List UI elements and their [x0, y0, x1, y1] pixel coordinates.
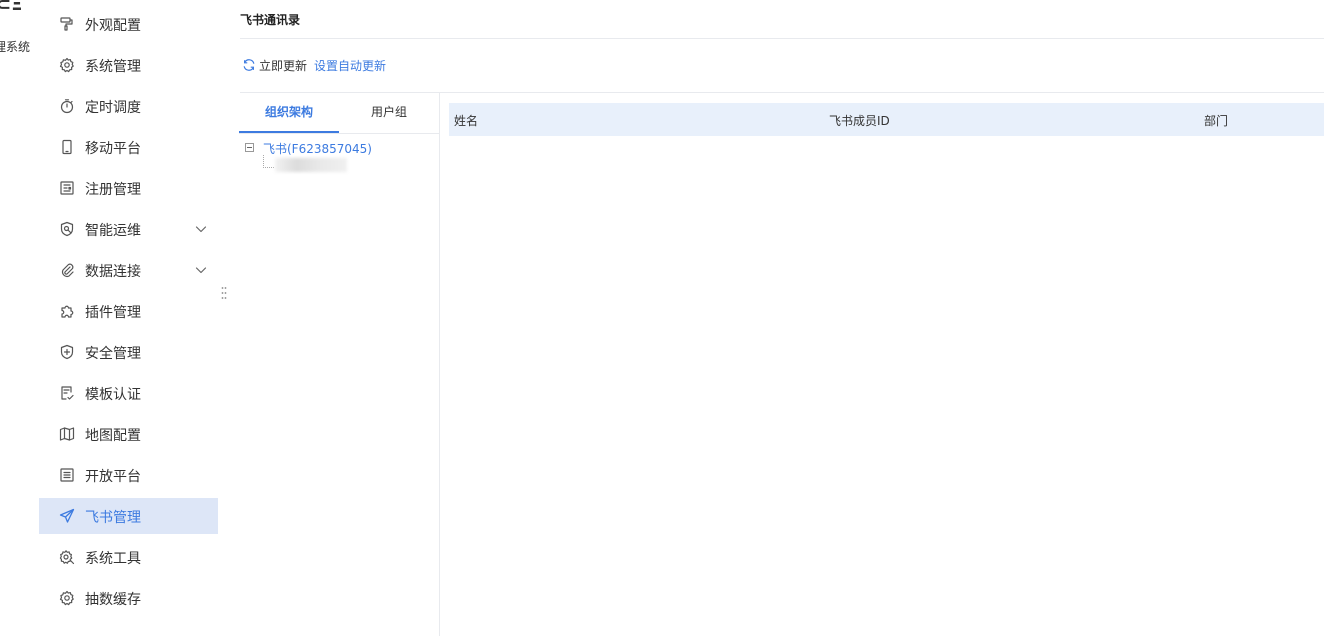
- sidebar-item-label: 系统管理: [85, 59, 141, 75]
- panel-splitter[interactable]: [218, 0, 229, 636]
- stopwatch-icon: [59, 98, 75, 114]
- sidebar: 外观配置系统管理定时调度移动平台注册管理智能运维数据连接插件管理安全管理模板认证…: [39, 0, 219, 636]
- refresh-now-button[interactable]: 立即更新: [242, 57, 307, 74]
- sidebar-item-label: 地图配置: [85, 428, 141, 444]
- sidebar-item-label: 飞书管理: [85, 510, 141, 526]
- map-icon: [59, 426, 75, 442]
- tab-bar: 组织架构 用户组: [239, 93, 439, 134]
- sidebar-item-label: 系统工具: [85, 551, 141, 567]
- collapse-toggle-icon[interactable]: [245, 143, 254, 152]
- sidebar-item-11[interactable]: 开放平台: [39, 457, 218, 493]
- sidebar-item-2[interactable]: 定时调度: [39, 88, 218, 124]
- sidebar-item-13[interactable]: 系统工具: [39, 539, 218, 575]
- sidebar-item-1[interactable]: 系统管理: [39, 47, 218, 83]
- ops-shield-icon: [59, 221, 75, 237]
- sidebar-item-label: 移动平台: [85, 141, 141, 157]
- refresh-icon: [243, 59, 255, 71]
- sidebar-item-3[interactable]: 移动平台: [39, 129, 218, 165]
- sidebar-item-5[interactable]: 智能运维: [39, 211, 218, 247]
- app-brand-strip: ⊂Ξ 理系统: [0, 0, 39, 636]
- sidebar-item-label: 模板认证: [85, 387, 141, 403]
- org-structure-panel: 组织架构 用户组 飞书(F623857045): [239, 93, 440, 636]
- sidebar-item-4[interactable]: 注册管理: [39, 170, 218, 206]
- sidebar-item-9[interactable]: 模板认证: [39, 375, 218, 411]
- tree-connector: [263, 155, 274, 168]
- gear-icon: [59, 57, 75, 73]
- send-icon: [59, 508, 75, 524]
- refresh-now-label: 立即更新: [259, 58, 308, 73]
- column-header-department[interactable]: 部门: [1204, 112, 1228, 129]
- table-header: 姓名 飞书成员ID 部门: [449, 103, 1324, 136]
- column-header-name[interactable]: 姓名: [454, 112, 478, 129]
- gear-wrench-icon: [59, 549, 75, 565]
- chevron-down-icon[interactable]: [194, 222, 208, 236]
- sidebar-item-label: 开放平台: [85, 469, 141, 485]
- main-content: 飞书通讯录 立即更新 设置自动更新 组织架构 用户组 飞书(F623857045…: [229, 0, 1324, 636]
- sidebar-item-label: 注册管理: [85, 182, 141, 198]
- tree-node-child-redacted[interactable]: [275, 158, 347, 172]
- paperclip-icon: [59, 262, 75, 278]
- tree-node-root[interactable]: 飞书(F623857045): [263, 140, 372, 157]
- sidebar-item-8[interactable]: 安全管理: [39, 334, 218, 370]
- list-doc-icon: [59, 467, 75, 483]
- logo-icon: ⊂Ξ: [0, 0, 23, 15]
- toolbar: 立即更新 设置自动更新: [242, 56, 386, 74]
- sidebar-item-label: 数据连接: [85, 264, 141, 280]
- drag-handle-icon: [221, 287, 227, 299]
- mobile-icon: [59, 139, 75, 155]
- sidebar-item-12[interactable]: 飞书管理: [39, 498, 218, 534]
- sidebar-item-14[interactable]: 抽数缓存: [39, 580, 218, 616]
- sidebar-item-6[interactable]: 数据连接: [39, 252, 218, 288]
- system-name-fragment: 理系统: [0, 40, 31, 54]
- member-table: 姓名 飞书成员ID 部门: [449, 103, 1324, 136]
- sidebar-item-label: 抽数缓存: [85, 592, 141, 608]
- chevron-down-icon[interactable]: [194, 263, 208, 277]
- gear-cache-icon: [59, 590, 75, 606]
- register-form-icon: [59, 180, 75, 196]
- sidebar-item-label: 安全管理: [85, 346, 141, 362]
- divider: [240, 38, 1324, 39]
- sidebar-item-0[interactable]: 外观配置: [39, 6, 218, 42]
- doc-check-icon: [59, 385, 75, 401]
- sidebar-item-label: 外观配置: [85, 18, 141, 34]
- sidebar-item-7[interactable]: 插件管理: [39, 293, 218, 329]
- sidebar-item-10[interactable]: 地图配置: [39, 416, 218, 452]
- auto-update-settings-link[interactable]: 设置自动更新: [314, 57, 386, 74]
- puzzle-icon: [59, 303, 75, 319]
- tab-org-structure[interactable]: 组织架构: [239, 93, 339, 133]
- paint-roller-icon: [59, 16, 75, 32]
- shield-plus-icon: [59, 344, 75, 360]
- sidebar-item-label: 插件管理: [85, 305, 141, 321]
- sidebar-item-label: 智能运维: [85, 223, 141, 239]
- column-header-member-id[interactable]: 飞书成员ID: [829, 112, 890, 129]
- tab-user-group[interactable]: 用户组: [339, 93, 439, 133]
- sidebar-item-label: 定时调度: [85, 100, 141, 116]
- page-title: 飞书通讯录: [240, 13, 301, 27]
